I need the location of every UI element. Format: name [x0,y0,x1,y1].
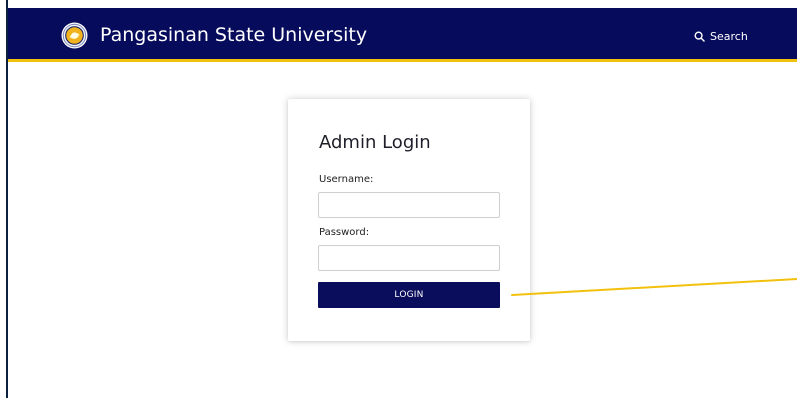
username-label: Username: [319,174,374,185]
page: Pangasinan State University Search Admin… [0,0,797,398]
login-button[interactable]: LOGIN [318,282,500,308]
window-left-edge [0,0,8,398]
search-label: Search [710,29,748,43]
top-navigation-bar: Pangasinan State University Search [8,8,797,62]
admin-login-card: Admin Login Username: Password: LOGIN [288,99,530,341]
password-label: Password: [319,227,370,238]
site-title[interactable]: Pangasinan State University [100,23,367,47]
login-title: Admin Login [319,132,431,153]
search-icon [694,30,705,42]
username-input[interactable] [318,192,500,218]
password-input[interactable] [318,245,500,271]
search-button[interactable]: Search [694,28,748,44]
university-seal-icon[interactable] [61,22,88,49]
